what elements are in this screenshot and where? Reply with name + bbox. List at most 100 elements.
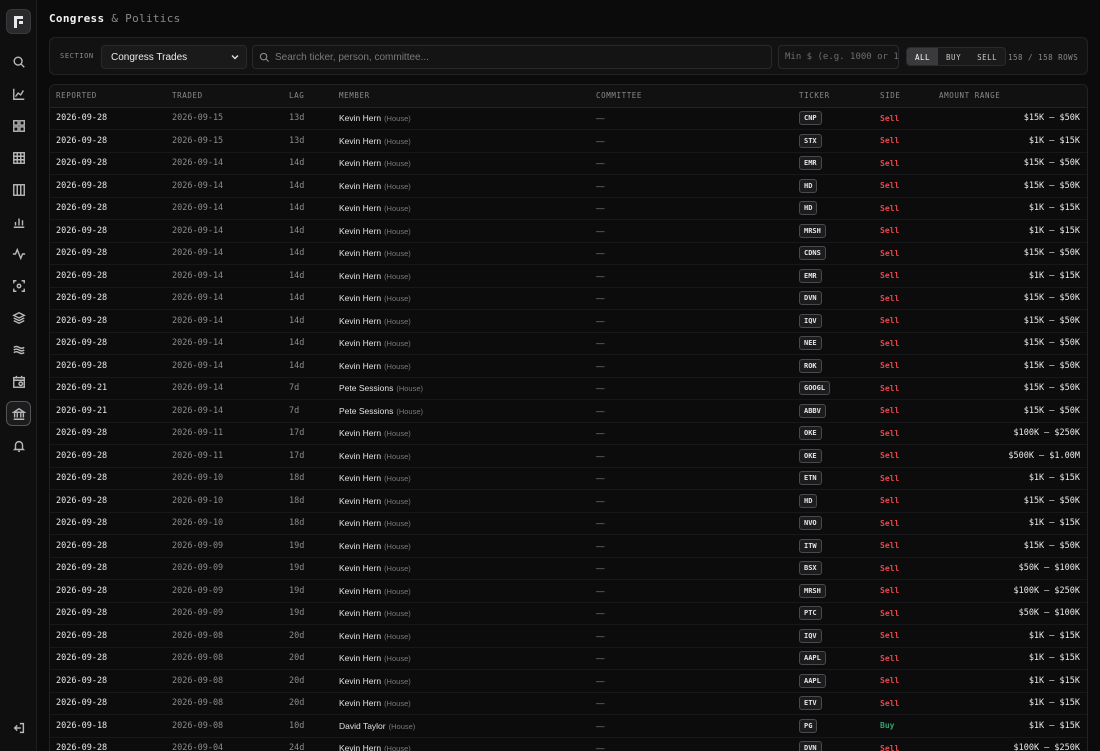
member-name[interactable]: Kevin Hern [339,293,381,303]
table-row[interactable]: 2026-09-28 2026-09-08 20d Kevin Hern (House)… [50,647,1087,670]
ticker-badge[interactable]: AAPL [799,673,826,688]
ticker-badge[interactable]: AAPL [799,651,826,666]
table-row[interactable]: 2026-09-28 2026-09-08 20d Kevin Hern (House)… [50,669,1087,693]
ticker-badge[interactable]: DVN [799,741,822,751]
table-row[interactable]: 2026-09-28 2026-09-14 14d Kevin Hern (House)… [50,174,1087,198]
ticker-badge[interactable]: CDNS [799,246,826,261]
table-row[interactable]: 2026-09-28 2026-09-14 14d Kevin Hern (House)… [50,219,1087,243]
member-name[interactable]: Pete Sessions [339,406,393,416]
pulse-icon[interactable] [6,241,31,266]
member-name[interactable]: Kevin Hern [339,158,381,168]
calendar-icon[interactable] [6,369,31,394]
ticker-badge[interactable]: HD [799,493,818,508]
ticker-badge[interactable]: EMR [799,268,822,283]
filter-buy-button[interactable]: BUY [938,48,969,65]
table-row[interactable]: 2026-09-28 2026-09-08 20d Kevin Hern (House)… [50,624,1087,648]
column-header-reported[interactable]: REPORTED [50,85,166,108]
ticker-badge[interactable]: PG [799,718,818,733]
table-row[interactable]: 2026-09-18 2026-09-08 10d David Taylor (Hous… [50,714,1087,738]
table-row[interactable]: 2026-09-21 2026-09-14 7d Pete Sessions (Hous… [50,399,1087,423]
ticker-badge[interactable]: HD [799,178,818,193]
table-row[interactable]: 2026-09-28 2026-09-11 17d Kevin Hern (House)… [50,444,1087,468]
ticker-badge[interactable]: EMR [799,156,822,171]
waves-icon[interactable] [6,337,31,362]
filter-all-button[interactable]: ALL [907,48,939,65]
dashboard-icon[interactable] [6,113,31,138]
bar-chart-icon[interactable] [6,209,31,234]
logout-icon[interactable] [6,715,31,740]
ticker-badge[interactable]: ROK [799,358,822,373]
column-header-side[interactable]: SIDE [874,85,933,108]
ticker-badge[interactable]: ABBV [799,403,826,418]
member-name[interactable]: Kevin Hern [339,631,381,641]
section-select[interactable]: Congress Trades [101,45,247,69]
table-row[interactable]: 2026-09-28 2026-09-14 14d Kevin Hern (House)… [50,152,1087,175]
member-name[interactable]: David Taylor [339,721,386,731]
member-name[interactable]: Kevin Hern [339,248,381,258]
member-name[interactable]: Kevin Hern [339,676,381,686]
chart-icon[interactable] [6,81,31,106]
ticker-badge[interactable]: STX [799,133,822,148]
member-name[interactable]: Kevin Hern [339,698,381,708]
table-row[interactable]: 2026-09-28 2026-09-11 17d Kevin Hern (House)… [50,422,1087,445]
grid-icon[interactable] [6,145,31,170]
table-row[interactable]: 2026-09-28 2026-09-14 14d Kevin Hern (House)… [50,264,1087,288]
table-row[interactable]: 2026-09-28 2026-09-08 20d Kevin Hern (House)… [50,692,1087,715]
member-name[interactable]: Pete Sessions [339,383,393,393]
search-input[interactable] [275,46,765,68]
ticker-badge[interactable]: IQV [799,628,822,643]
table-row[interactable]: 2026-09-28 2026-09-10 18d Kevin Hern (House)… [50,467,1087,490]
bell-icon[interactable] [6,433,31,458]
ticker-badge[interactable]: MRSH [799,583,826,598]
member-name[interactable]: Kevin Hern [339,541,381,551]
member-name[interactable]: Kevin Hern [339,586,381,596]
column-header-traded[interactable]: TRADED [166,85,283,108]
member-name[interactable]: Kevin Hern [339,271,381,281]
table-row[interactable]: 2026-09-21 2026-09-14 7d Pete Sessions (Hous… [50,377,1087,400]
member-name[interactable]: Kevin Hern [339,608,381,618]
column-header-ticker[interactable]: TICKER [793,85,874,108]
min-amount-input[interactable] [779,46,898,68]
member-name[interactable]: Kevin Hern [339,653,381,663]
ticker-badge[interactable]: BSX [799,561,822,576]
filter-sell-button[interactable]: SELL [969,48,1005,65]
member-name[interactable]: Kevin Hern [339,203,381,213]
member-name[interactable]: Kevin Hern [339,428,381,438]
table-row[interactable]: 2026-09-28 2026-09-14 14d Kevin Hern (House)… [50,332,1087,355]
column-header-member[interactable]: MEMBER [333,85,590,108]
scan-icon[interactable] [6,273,31,298]
column-header-amount-range[interactable]: AMOUNT RANGE [933,85,1087,108]
app-logo-icon[interactable] [6,9,31,34]
member-name[interactable]: Kevin Hern [339,496,381,506]
table-row[interactable]: 2026-09-28 2026-09-10 18d Kevin Hern (House)… [50,512,1087,535]
layers-icon[interactable] [6,305,31,330]
ticker-badge[interactable]: ETN [799,471,822,486]
table-row[interactable]: 2026-09-28 2026-09-14 14d Kevin Hern (House)… [50,354,1087,378]
ticker-badge[interactable]: ETV [799,696,822,711]
table-row[interactable]: 2026-09-28 2026-09-04 24d Kevin Hern (House)… [50,737,1087,751]
ticker-badge[interactable]: NEE [799,336,822,351]
ticker-badge[interactable]: MRSH [799,223,826,238]
member-name[interactable]: Kevin Hern [339,361,381,371]
member-name[interactable]: Kevin Hern [339,473,381,483]
member-name[interactable]: Kevin Hern [339,181,381,191]
member-name[interactable]: Kevin Hern [339,136,381,146]
ticker-badge[interactable]: NVO [799,516,822,531]
table-row[interactable]: 2026-09-28 2026-09-14 14d Kevin Hern (House)… [50,309,1087,333]
member-name[interactable]: Kevin Hern [339,743,381,751]
ticker-badge[interactable]: OKE [799,426,822,441]
bank-icon[interactable] [6,401,31,426]
column-header-lag[interactable]: LAG [283,85,333,108]
ticker-badge[interactable]: OKE [799,448,822,463]
table-row[interactable]: 2026-09-28 2026-09-15 13d Kevin Hern (House)… [50,107,1087,130]
table-row[interactable]: 2026-09-28 2026-09-09 19d Kevin Hern (House)… [50,534,1087,558]
member-name[interactable]: Kevin Hern [339,226,381,236]
member-name[interactable]: Kevin Hern [339,518,381,528]
ticker-badge[interactable]: DVN [799,291,822,306]
search-icon[interactable] [6,49,31,74]
member-name[interactable]: Kevin Hern [339,563,381,573]
table-row[interactable]: 2026-09-28 2026-09-15 13d Kevin Hern (House)… [50,129,1087,153]
table-row[interactable]: 2026-09-28 2026-09-14 14d Kevin Hern (House)… [50,287,1087,310]
member-name[interactable]: Kevin Hern [339,113,381,123]
columns-icon[interactable] [6,177,31,202]
